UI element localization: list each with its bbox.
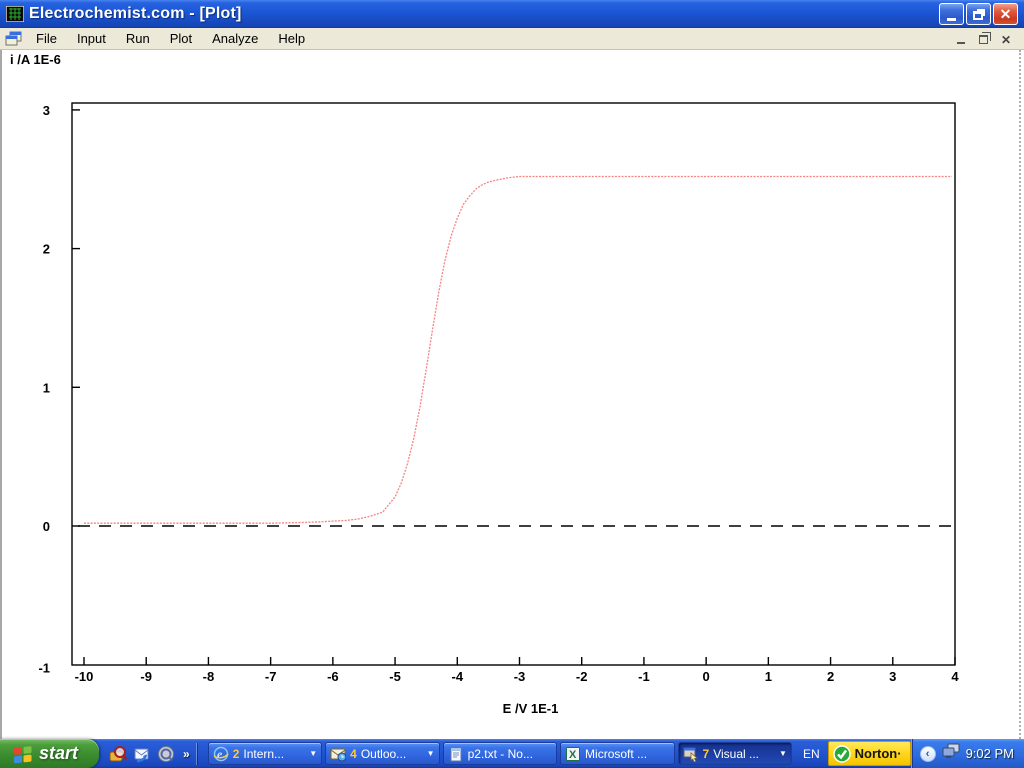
window-controls: ✕ bbox=[939, 3, 1018, 25]
taskbar-button-label: Outloo... bbox=[361, 747, 423, 761]
system-tray: ‹ 9:02 PM bbox=[911, 739, 1024, 768]
find-icon[interactable] bbox=[109, 745, 127, 763]
close-icon: ✕ bbox=[1000, 7, 1012, 21]
x-tick-label: -5 bbox=[389, 669, 401, 684]
menu-item-file[interactable]: File bbox=[28, 29, 65, 48]
taskbar-clock: 9:02 PM bbox=[966, 746, 1014, 761]
chevron-down-icon: ▼ bbox=[309, 749, 317, 758]
window-title: Electrochemist.com - [Plot] bbox=[29, 5, 939, 23]
mdi-close-icon: ✕ bbox=[1001, 33, 1011, 47]
norton-check-icon bbox=[833, 745, 851, 763]
menu-item-input[interactable]: Input bbox=[69, 29, 114, 48]
x-tick-label: -10 bbox=[75, 669, 94, 684]
windows-flag-icon bbox=[13, 745, 33, 763]
taskbar-button-outloo[interactable]: 4 Outloo... ▼ bbox=[325, 742, 439, 765]
window-group-count: 4 bbox=[350, 747, 357, 761]
y-tick-label: 2 bbox=[43, 242, 50, 257]
taskbar-button-label: p2.txt - No... bbox=[468, 747, 552, 761]
taskbar-button-label: Microsoft ... bbox=[585, 747, 669, 761]
svg-text:X: X bbox=[569, 749, 577, 761]
excel-icon: X bbox=[565, 746, 581, 762]
plot-frame bbox=[72, 103, 955, 665]
network-tray-icon[interactable] bbox=[942, 743, 960, 764]
taskbar-button-p2-txt-no[interactable]: p2.txt - No... bbox=[443, 742, 557, 765]
y-tick-label: 1 bbox=[43, 380, 50, 395]
close-button[interactable]: ✕ bbox=[993, 3, 1018, 25]
plot-client-area: -10-9-8-7-6-5-4-3-2-101234-10123i /A 1E-… bbox=[0, 50, 1024, 739]
minimize-button[interactable] bbox=[939, 3, 964, 25]
y-tick-label: -1 bbox=[38, 661, 50, 676]
x-tick-label: 4 bbox=[951, 669, 959, 684]
y-tick-label: 3 bbox=[43, 103, 50, 118]
x-tick-label: 3 bbox=[889, 669, 896, 684]
x-tick-label: -9 bbox=[140, 669, 152, 684]
title-bar: Electrochemist.com - [Plot] ✕ bbox=[0, 0, 1024, 28]
taskbar-button-label: Intern... bbox=[243, 747, 305, 761]
start-button[interactable]: start bbox=[0, 739, 99, 768]
media-player-icon[interactable] bbox=[157, 745, 175, 763]
norton-badge[interactable]: Norton· bbox=[828, 741, 911, 766]
x-tick-label: -3 bbox=[514, 669, 526, 684]
window-group-count: 2 bbox=[233, 747, 240, 761]
mdi-minimize-button[interactable] bbox=[954, 32, 970, 46]
outlook-express-icon[interactable] bbox=[133, 745, 151, 763]
hide-tray-icons-chevron[interactable]: ‹ bbox=[920, 746, 936, 762]
desktop-screen: Electrochemist.com - [Plot] ✕ FileInputR… bbox=[0, 0, 1024, 768]
chevron-down-icon: ▼ bbox=[779, 749, 787, 758]
minimize-icon bbox=[947, 18, 956, 21]
quick-launch-bar: » bbox=[99, 743, 205, 765]
menu-item-run[interactable]: Run bbox=[118, 29, 158, 48]
visual-basic-icon bbox=[683, 746, 699, 762]
menu-items: FileInputRunPlotAnalyzeHelp bbox=[28, 29, 954, 48]
voltammogram-chart: -10-9-8-7-6-5-4-3-2-101234-10123i /A 1E-… bbox=[2, 50, 1024, 739]
taskbar: start bbox=[0, 739, 1024, 768]
y-axis-title: i /A 1E-6 bbox=[10, 52, 61, 67]
mdi-close-button[interactable]: ✕ bbox=[998, 32, 1014, 46]
chevron-down-icon: ▼ bbox=[427, 749, 435, 758]
restore-icon bbox=[973, 11, 983, 20]
x-tick-label: 2 bbox=[827, 669, 834, 684]
menu-item-plot[interactable]: Plot bbox=[162, 29, 200, 48]
taskbar-separator bbox=[196, 743, 197, 765]
window-group-count: 7 bbox=[703, 747, 710, 761]
taskbar-button-intern[interactable]: e2Intern... ▼ bbox=[208, 742, 322, 765]
x-tick-label: -2 bbox=[576, 669, 588, 684]
quick-launch-overflow-chevron[interactable]: » bbox=[183, 747, 190, 761]
menu-item-help[interactable]: Help bbox=[270, 29, 313, 48]
norton-label: Norton· bbox=[855, 746, 902, 761]
start-label: start bbox=[39, 743, 86, 764]
mdi-child-icon[interactable] bbox=[5, 31, 22, 46]
x-tick-label: -8 bbox=[203, 669, 215, 684]
x-tick-label: -6 bbox=[327, 669, 339, 684]
task-button-group: e2Intern... ▼ 4 Outloo... ▼ p2.txt - No... X Mi… bbox=[205, 742, 795, 765]
taskbar-button-label: Visual ... bbox=[713, 747, 775, 761]
y-tick-label: 0 bbox=[43, 519, 50, 534]
x-tick-label: 0 bbox=[703, 669, 710, 684]
internet-explorer-icon: e bbox=[213, 746, 229, 762]
restore-button[interactable] bbox=[966, 3, 991, 25]
mdi-restore-button[interactable] bbox=[976, 32, 992, 46]
x-tick-label: -4 bbox=[452, 669, 464, 684]
language-indicator[interactable]: EN bbox=[795, 747, 828, 761]
voltammogram-curve bbox=[84, 177, 952, 524]
x-tick-label: -7 bbox=[265, 669, 277, 684]
x-tick-label: -1 bbox=[638, 669, 650, 684]
menu-item-analyze[interactable]: Analyze bbox=[204, 29, 266, 48]
x-tick-label: 1 bbox=[765, 669, 772, 684]
client-right-edge bbox=[1019, 50, 1021, 739]
notepad-icon bbox=[448, 746, 464, 762]
menu-bar: FileInputRunPlotAnalyzeHelp ✕ bbox=[0, 28, 1024, 50]
mdi-window-controls: ✕ bbox=[954, 32, 1014, 46]
plot-app-icon bbox=[6, 6, 24, 22]
svg-text:e: e bbox=[217, 747, 223, 761]
taskbar-button-visual[interactable]: 7Visual ... ▼ bbox=[678, 742, 792, 765]
outlook-icon bbox=[330, 746, 346, 762]
x-axis-title: E /V 1E-1 bbox=[503, 701, 559, 716]
taskbar-button-microsoft[interactable]: X Microsoft ... bbox=[560, 742, 674, 765]
